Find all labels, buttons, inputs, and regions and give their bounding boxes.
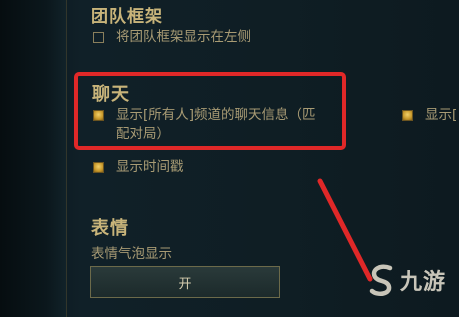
team-frames-title: 团队框架 (91, 7, 163, 27)
team-frames-left-checkbox[interactable] (93, 32, 104, 43)
team-frames-left-option[interactable]: 将团队框架显示在左侧 (93, 28, 251, 47)
show-timestamp-label: 显示时间戳 (116, 159, 184, 175)
show-timestamp-option[interactable]: 显示时间戳 (93, 158, 184, 177)
team-frames-left-label: 将团队框架显示在左侧 (116, 29, 251, 45)
left-panel-edge (0, 0, 66, 317)
emote-bubble-toggle[interactable]: 开 (90, 266, 280, 298)
emote-bubble-toggle-value: 开 (178, 276, 192, 292)
chat-highlight-box (74, 72, 346, 150)
right-partial-checkbox[interactable] (402, 110, 413, 121)
emote-bubble-label: 表情气泡显示 (91, 246, 172, 262)
panel-divider (66, 0, 67, 317)
emotes-title: 表情 (91, 218, 129, 239)
watermark-logo: 九游 (368, 262, 446, 298)
right-partial-option[interactable]: 显示[ (402, 106, 457, 125)
show-timestamp-checkbox[interactable] (93, 162, 104, 173)
watermark-s-icon (369, 264, 393, 297)
watermark-text: 九游 (400, 270, 447, 295)
right-partial-label: 显示[ (425, 107, 458, 123)
